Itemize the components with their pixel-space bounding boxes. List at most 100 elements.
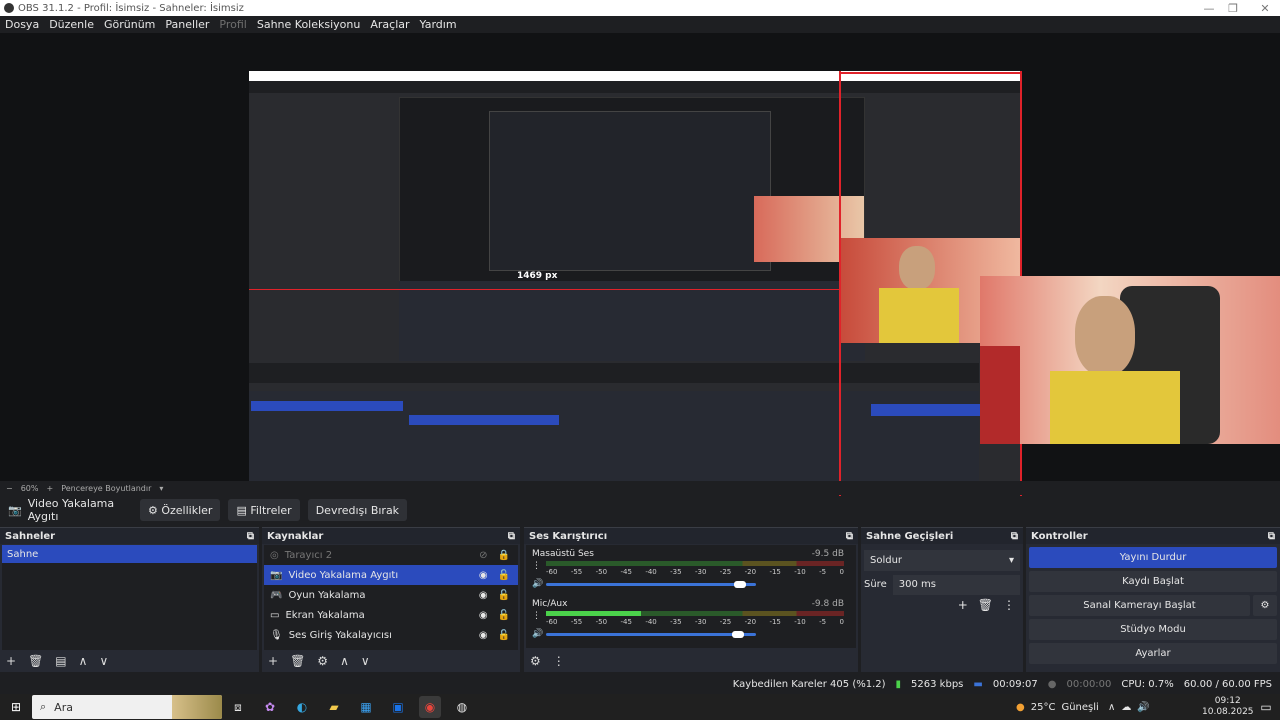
- lock-icon[interactable]: 🔓: [498, 570, 510, 581]
- stop-stream-button[interactable]: Yayını Durdur: [1029, 547, 1277, 568]
- menu-paneller[interactable]: Paneller: [160, 18, 214, 31]
- move-down-icon[interactable]: ∨: [361, 654, 370, 668]
- outlook-icon[interactable]: ▣: [387, 696, 409, 718]
- lock-icon[interactable]: 🔓: [498, 630, 510, 641]
- settings-button[interactable]: Ayarlar: [1029, 643, 1277, 664]
- source-item[interactable]: ◎ Tarayıcı 2 ⊘ 🔒: [264, 545, 518, 565]
- volume-slider[interactable]: [546, 583, 756, 586]
- zoom-in-icon[interactable]: +: [46, 484, 53, 493]
- source-item[interactable]: ▭ Ekran Yakalama ◉ 🔓: [264, 605, 518, 625]
- meter-tick: -55: [570, 618, 583, 626]
- move-down-icon[interactable]: ∨: [99, 654, 108, 668]
- menu-dosya[interactable]: Dosya: [0, 18, 44, 31]
- copilot-icon[interactable]: ✿: [259, 696, 281, 718]
- filter-icon[interactable]: ▤: [55, 654, 66, 668]
- dock-menu-icon[interactable]: ⧉: [247, 531, 254, 542]
- windows-start-icon[interactable]: ⊞: [5, 696, 27, 718]
- menu-duzenle[interactable]: Düzenle: [44, 18, 99, 31]
- fit-window-label[interactable]: Pencereye Boyutlandır: [61, 484, 151, 493]
- transition-select[interactable]: Soldur ▾: [864, 550, 1020, 571]
- channel-name: Masaüstü Ses: [532, 549, 594, 559]
- source-item[interactable]: 🎮 Oyun Yakalama ◉ 🔓: [264, 585, 518, 605]
- lock-icon[interactable]: 🔒: [498, 550, 510, 561]
- add-icon[interactable]: +: [958, 598, 968, 612]
- start-recording-button[interactable]: Kaydı Başlat: [1029, 571, 1277, 592]
- chevron-up-icon[interactable]: ∧: [1108, 702, 1115, 713]
- kebab-icon[interactable]: ⋮: [1003, 598, 1015, 612]
- dock-menu-icon[interactable]: ⧉: [508, 531, 515, 542]
- mixer-channel: Mic/Aux -9.8 dB ⋮ -60 -55 -50 -45 -40 -35 -30-…: [526, 595, 856, 645]
- eye-icon[interactable]: ◉: [479, 590, 488, 601]
- eye-icon[interactable]: ◉: [479, 570, 488, 581]
- task-view-icon[interactable]: ⧈: [227, 696, 249, 718]
- dock-menu-icon[interactable]: ⧉: [1268, 531, 1275, 542]
- lock-icon[interactable]: 🔓: [498, 590, 510, 601]
- eye-hidden-icon[interactable]: ⊘: [479, 550, 487, 561]
- menu-gorunum[interactable]: Görünüm: [99, 18, 160, 31]
- studio-mode-button[interactable]: Stüdyo Modu: [1029, 619, 1277, 640]
- scene-item[interactable]: Sahne: [2, 545, 257, 563]
- deactivate-button[interactable]: Devredışı Bırak: [307, 499, 408, 521]
- trash-icon[interactable]: 🗑: [290, 654, 305, 668]
- lock-icon[interactable]: 🔓: [498, 610, 510, 621]
- speaker-icon[interactable]: 🔊: [1137, 702, 1149, 713]
- network-icon[interactable]: ☁: [1121, 702, 1131, 713]
- gear-icon[interactable]: ⚙: [1253, 595, 1277, 616]
- filters-button[interactable]: ▤ Filtreler: [228, 499, 300, 521]
- virtual-camera-button[interactable]: Sanal Kamerayı Başlat: [1029, 595, 1250, 616]
- move-up-icon[interactable]: ∧: [340, 654, 349, 668]
- file-explorer-icon[interactable]: ▰: [323, 696, 345, 718]
- signal-icon: ▮: [895, 678, 902, 690]
- kebab-icon[interactable]: ⋮: [553, 654, 565, 668]
- trash-icon[interactable]: 🗑: [28, 654, 43, 668]
- edge-icon[interactable]: ◐: [291, 696, 313, 718]
- source-item[interactable]: 📷 Video Yakalama Aygıtı ◉ 🔓: [264, 565, 518, 585]
- preview-canvas[interactable]: 1469 px: [249, 71, 1022, 509]
- search-icon: ⌕: [40, 700, 47, 713]
- add-icon[interactable]: +: [6, 654, 16, 668]
- eye-icon[interactable]: ◉: [479, 610, 488, 621]
- close-icon[interactable]: ✕: [1250, 0, 1280, 16]
- move-up-icon[interactable]: ∧: [79, 654, 88, 668]
- sources-title: Kaynaklar: [267, 530, 324, 542]
- kebab-icon[interactable]: ⋮: [532, 611, 541, 621]
- gear-icon[interactable]: ⚙: [530, 654, 541, 668]
- chrome-icon[interactable]: ◉: [419, 696, 441, 718]
- volume-knob[interactable]: [734, 581, 746, 588]
- menu-yardim[interactable]: Yardım: [415, 18, 462, 31]
- meter-tick: -30: [694, 618, 707, 626]
- notifications-icon[interactable]: ▭: [1255, 696, 1277, 718]
- properties-button[interactable]: ⚙ Özellikler: [140, 499, 221, 521]
- camera-icon: 📷: [8, 503, 22, 517]
- dock-menu-icon[interactable]: ⧉: [846, 531, 853, 542]
- menu-profil[interactable]: Profil: [214, 18, 251, 31]
- volume-slider[interactable]: [546, 633, 756, 636]
- preview-area[interactable]: 1469 px: [0, 33, 1280, 509]
- speaker-icon[interactable]: 🔊: [532, 629, 543, 639]
- duration-input[interactable]: 300 ms: [892, 574, 1020, 595]
- menu-sahne-koleksiyonu[interactable]: Sahne Koleksiyonu: [252, 18, 366, 31]
- store-icon[interactable]: ▦: [355, 696, 377, 718]
- add-icon[interactable]: +: [268, 654, 278, 668]
- restore-icon[interactable]: ❐: [1218, 0, 1248, 16]
- channel-db: -9.8 dB: [811, 599, 844, 609]
- trash-icon[interactable]: 🗑: [978, 598, 993, 612]
- gear-icon[interactable]: ⚙: [317, 654, 328, 668]
- dock-menu-icon[interactable]: ⧉: [1011, 531, 1018, 542]
- source-item[interactable]: 🎙 Ses Giriş Yakalayıcısı ◉ 🔓: [264, 625, 518, 645]
- volume-knob[interactable]: [732, 631, 744, 638]
- eye-icon[interactable]: ◉: [479, 630, 488, 641]
- chevron-down-icon[interactable]: ▾: [159, 484, 163, 493]
- meter-tick: -15: [769, 568, 781, 576]
- kebab-icon[interactable]: ⋮: [532, 561, 541, 571]
- meter-tick: -5: [819, 618, 827, 626]
- obs-icon[interactable]: ◍: [451, 696, 473, 718]
- stream-icon: ▬: [973, 678, 983, 690]
- zoom-out-icon[interactable]: −: [6, 484, 13, 493]
- meter-tick: -50: [595, 618, 608, 626]
- source-toolbar: 📷 Video Yakalama Aygıtı ⚙ Özellikler ▤ F…: [0, 496, 1280, 524]
- speaker-icon[interactable]: 🔊: [532, 579, 543, 589]
- taskbar-search[interactable]: ⌕ Ara: [32, 695, 222, 719]
- weather-temp: 25°C: [1030, 701, 1056, 713]
- menu-araclar[interactable]: Araçlar: [365, 18, 414, 31]
